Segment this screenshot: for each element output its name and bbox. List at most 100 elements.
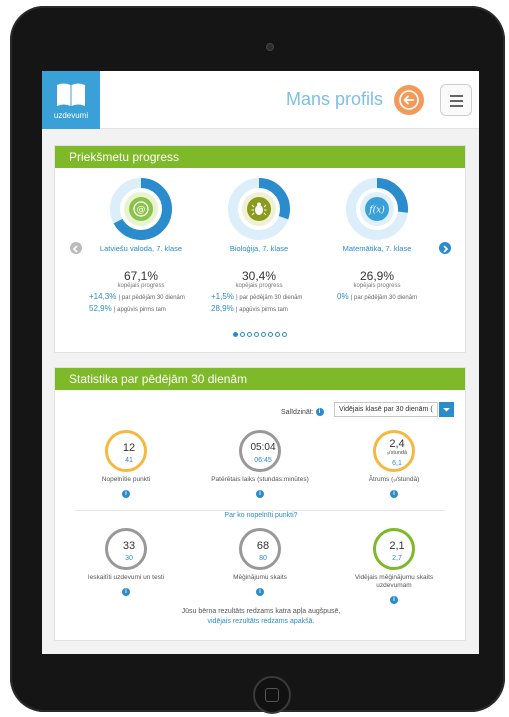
info-icon[interactable]: i <box>256 490 264 499</box>
panel-title: Priekšmetu progress <box>55 146 465 168</box>
delta-30-row: 0% | par pēdējām 30 dienām <box>317 292 437 301</box>
stat-value: 2,4 <box>389 438 405 450</box>
delta-30-label: par pēdējām 30 dienām <box>354 295 418 301</box>
compare-select-toggle[interactable] <box>439 402 454 417</box>
delta-30-value: +14,3% <box>89 292 117 301</box>
subject-progress-panel: Priekšmetu progress @ Latviešu valoda, 7… <box>54 145 466 353</box>
stat-label: Ātrums (₉/stundā) <box>368 476 420 483</box>
statistics-panel: Statistika par pēdējām 30 dienām Salīdzi… <box>54 367 466 641</box>
stat-label: Nopelnītie punkti <box>101 476 151 483</box>
pagination-dot[interactable] <box>268 332 273 337</box>
menu-button[interactable] <box>440 84 472 116</box>
pagination-dot[interactable] <box>261 332 266 337</box>
stat-circle: 2,1 2,7 <box>373 528 415 570</box>
prior-value: 28,9% <box>211 304 234 313</box>
info-icon[interactable]: i <box>256 588 264 597</box>
stat-value: 2,1 <box>389 540 405 552</box>
pagination-dot[interactable] <box>247 332 252 337</box>
stat-points: 12 41 Nopelnītie punkti i <box>66 430 186 502</box>
top-bar: uzdevumi Mans profils <box>42 71 479 129</box>
bug-icon <box>251 202 267 216</box>
menu-icon-bar <box>450 105 463 107</box>
delta-30-row: +1,5% | par pēdējām 30 dienām <box>199 292 319 301</box>
stat-label: Mēģinājumu skaits <box>233 574 287 581</box>
home-button-icon <box>265 688 279 702</box>
info-icon[interactable]: i <box>122 490 130 499</box>
stat-label: Vidējais mēģinājumu skaits uzdevumam <box>354 574 434 589</box>
stat-circle: 12 41 <box>105 430 147 472</box>
stat-average: 6,1 <box>392 460 402 467</box>
chevron-down-icon <box>443 408 450 412</box>
menu-icon-bar <box>450 100 463 102</box>
back-button[interactable] <box>394 85 424 115</box>
compare-select[interactable]: Vidējais klasē par 30 dienām ( <box>334 402 438 417</box>
prior-value: 52,9% <box>89 304 112 313</box>
subject-name[interactable]: Latviešu valoda, 7. klase <box>81 244 201 253</box>
delta-30-value: 0% <box>337 292 349 301</box>
pagination-dot[interactable] <box>254 332 259 337</box>
stat-tasks: 33 30 Ieskaitīti uzdevumi un testi i <box>66 528 186 600</box>
stat-avg-attempts: 2,1 2,7 Vidējais mēģinājumu skaits uzdev… <box>334 528 454 608</box>
progress-ring <box>228 178 290 240</box>
function-icon: f(x) <box>368 205 385 216</box>
prior-label: apgūvis pirms tam <box>117 307 166 313</box>
pagination-dot[interactable] <box>275 332 280 337</box>
stat-average: 41 <box>125 457 133 464</box>
prior-label: apgūvis pirms tam <box>239 307 288 313</box>
stat-average: 30 <box>125 555 133 562</box>
compare-label: Salīdzināt: <box>281 408 314 416</box>
divider <box>75 510 445 511</box>
prior-row: 28,9% | apgūvis pirms tam <box>199 304 319 313</box>
logo[interactable]: uzdevumi <box>42 71 100 129</box>
stat-speed: 2,4 ₉/stundā 6,1 Ātrums (₉/stundā) i <box>334 430 454 502</box>
pagination-dot[interactable] <box>240 332 245 337</box>
carousel-pagination <box>233 324 289 342</box>
stat-average: 80 <box>259 555 267 562</box>
overall-label: kopējais progress <box>117 283 165 289</box>
stat-unit: ₉/stundā <box>386 450 408 456</box>
stat-label: Ieskaitīti uzdevumi un testi <box>87 574 165 581</box>
overall-label: kopējais progress <box>353 283 401 289</box>
subject-name[interactable]: Matemātika, 7. klase <box>317 244 437 253</box>
info-icon[interactable]: i <box>122 588 130 597</box>
pagination-dot[interactable] <box>282 332 287 337</box>
pagination-dot[interactable] <box>233 332 238 337</box>
stat-average: 06:45 <box>254 457 272 464</box>
prior-row: 52,9% | apgūvis pirms tam <box>81 304 201 313</box>
stat-circle: 05:04 06:45 <box>239 430 281 472</box>
svg-text:f(x): f(x) <box>368 205 385 216</box>
subject-percent: 30,4% <box>241 269 277 283</box>
at-icon: @ <box>133 201 149 217</box>
subject-card[interactable]: Bioloģija, 7. klase 30,4% kopējais progr… <box>199 178 319 313</box>
subject-name[interactable]: Bioloģija, 7. klase <box>199 244 319 253</box>
svg-text:@: @ <box>137 205 146 215</box>
camera <box>266 43 274 51</box>
delta-30-row: +14,3% | par pēdējām 30 dienām <box>81 292 201 301</box>
page-title: Mans profils <box>285 89 383 109</box>
info-icon[interactable]: i <box>315 408 324 416</box>
delta-30-label: par pēdējām 30 dienām <box>121 295 185 301</box>
arrow-left-icon <box>399 90 419 110</box>
delta-30-label: par pēdējām 30 dienām <box>239 295 303 301</box>
stat-value: 12 <box>122 442 136 454</box>
stat-value: 68 <box>256 540 270 552</box>
overall-label: kopējais progress <box>235 283 283 289</box>
stat-attempts: 68 80 Mēģinājumu skaits i <box>200 528 320 600</box>
subject-percent: 67,1% <box>123 269 159 283</box>
logo-text: uzdevumi <box>53 111 89 120</box>
stat-value: 33 <box>122 540 136 552</box>
subject-card[interactable]: @ Latviešu valoda, 7. klase 67,1% kopēja… <box>81 178 201 313</box>
stat-circle: 2,4 ₉/stundā 6,1 <box>373 430 415 472</box>
why-points-link[interactable]: Par ko nopelnīti punkti? <box>55 512 467 519</box>
app-screen: uzdevumi Mans profils Priekšmetu progres… <box>42 71 479 654</box>
stat-label: Patērētais laiks (stundas:minūtes) <box>211 476 309 483</box>
progress-ring: f(x) <box>346 178 408 240</box>
info-icon[interactable]: i <box>390 596 398 605</box>
info-icon[interactable]: i <box>390 490 398 499</box>
carousel-next-button[interactable] <box>439 242 451 254</box>
stat-value: 05:04 <box>250 442 276 453</box>
subject-card[interactable]: f(x) Matemātika, 7. klase 26,9% kopējais… <box>317 178 437 301</box>
chevron-right-icon <box>443 245 449 253</box>
compare-label-row: Salīdzināt: i <box>281 408 324 416</box>
results-note: Jūsu bērna rezultāts redzams katra apļa … <box>181 608 341 615</box>
